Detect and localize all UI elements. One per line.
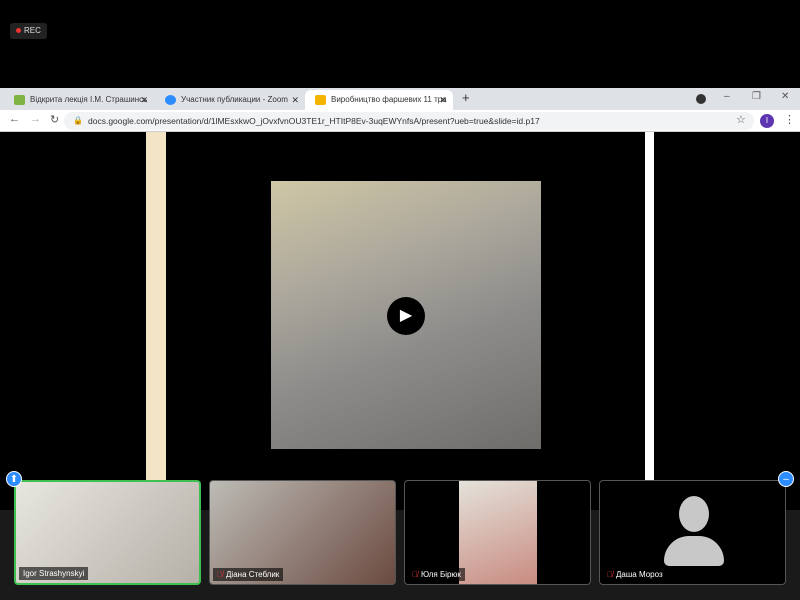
recording-indicator: REC (10, 23, 47, 39)
embedded-video[interactable]: ▶ (271, 181, 541, 449)
muted-mic-icon: 🎙̸ (217, 570, 223, 579)
restore-button[interactable]: ❐ (752, 91, 761, 102)
avatar-body-icon (664, 536, 724, 566)
forward-icon[interactable]: → (30, 113, 41, 125)
bookmark-star-icon[interactable]: ☆ (736, 113, 746, 126)
zoom-icon (165, 95, 176, 105)
play-icon[interactable]: ▶ (387, 297, 425, 335)
share-screen-badge-icon[interactable]: ⬆ (6, 471, 22, 487)
tab-slides[interactable]: Виробництво фаршевих 11 тра ✕ (305, 90, 453, 110)
minimize-button[interactable]: – (724, 91, 730, 102)
slides-icon (315, 95, 326, 105)
avatar-placeholder-icon (679, 496, 709, 532)
tab-lecture[interactable]: Відкрита лекція І.М. Страшинсь ✕ (4, 90, 154, 110)
muted-mic-icon: 🎙̸ (412, 570, 418, 579)
slide-border (645, 132, 654, 512)
close-tab-icon[interactable]: ✕ (140, 90, 148, 110)
slide-edge (146, 132, 166, 480)
reload-icon[interactable]: ↻ (50, 113, 59, 126)
participant-tile[interactable]: 🎙̸ Діана Стеблик (209, 480, 396, 585)
muted-mic-icon: 🎙̸ (607, 570, 613, 579)
tab-zoom[interactable]: Участник публикации - Zoom ✕ (155, 90, 305, 110)
participant-tile[interactable]: 🎙̸ Даша Мороз (599, 480, 786, 585)
close-tab-icon[interactable]: ✕ (439, 90, 447, 110)
classroom-icon (14, 95, 25, 105)
tab-bar: Відкрита лекція І.М. Страшинсь ✕ Участник… (0, 88, 800, 110)
menu-icon[interactable]: ⋮ (784, 113, 795, 126)
participant-tile[interactable]: Igor Strashynskyi (14, 480, 201, 585)
collapse-gallery-icon[interactable]: – (778, 471, 794, 487)
new-tab-button[interactable]: + (462, 90, 470, 105)
address-bar-row: ← → ↻ 🔒 docs.google.com/presentation/d/1l… (0, 110, 800, 132)
participant-tile[interactable]: 🎙̸ Юля Бірюк (404, 480, 591, 585)
media-control-icon[interactable] (696, 94, 706, 104)
close-tab-icon[interactable]: ✕ (291, 90, 299, 110)
profile-avatar[interactable]: I (760, 114, 774, 128)
back-icon[interactable]: ← (9, 113, 20, 125)
record-dot-icon (16, 28, 21, 33)
url-input[interactable]: 🔒 docs.google.com/presentation/d/1lMEsxkw… (64, 112, 754, 130)
close-window-button[interactable]: ✕ (781, 91, 789, 102)
lock-icon: 🔒 (73, 116, 83, 125)
